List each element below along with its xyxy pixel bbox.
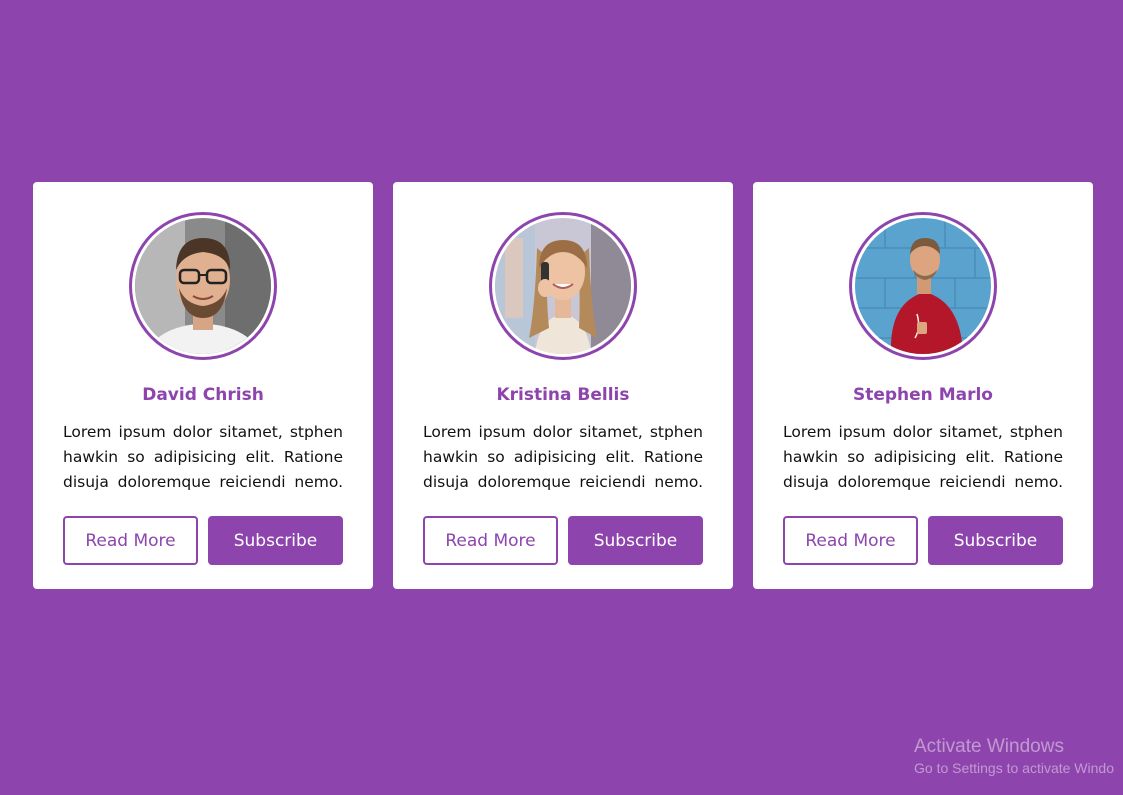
read-more-button[interactable]: Read More [783, 516, 918, 565]
avatar [489, 212, 637, 360]
profile-card: Kristina Bellis Lorem ipsum dolor sitame… [393, 182, 733, 589]
profile-name: Kristina Bellis [496, 385, 630, 405]
card-actions: Read More Subscribe [423, 516, 703, 565]
profile-cards: David Chrish Lorem ipsum dolor sitamet, … [33, 182, 1093, 589]
profile-description: Lorem ipsum dolor sitamet, stphen hawkin… [783, 423, 1063, 491]
read-more-button[interactable]: Read More [423, 516, 558, 565]
card-actions: Read More Subscribe [63, 516, 343, 565]
portrait-woman-phone-image [495, 218, 631, 354]
avatar [129, 212, 277, 360]
activate-windows-watermark: Activate Windows Go to Settings to activ… [914, 736, 1114, 778]
subscribe-button[interactable]: Subscribe [568, 516, 703, 565]
subscribe-button[interactable]: Subscribe [928, 516, 1063, 565]
portrait-man-red-sweater-image [855, 218, 991, 354]
avatar [849, 212, 997, 360]
watermark-subtitle: Go to Settings to activate Windo [914, 760, 1114, 776]
watermark-title: Activate Windows [914, 736, 1064, 757]
profile-card: David Chrish Lorem ipsum dolor sitamet, … [33, 182, 373, 589]
profile-description: Lorem ipsum dolor sitamet, stphen hawkin… [423, 423, 703, 491]
subscribe-button[interactable]: Subscribe [208, 516, 343, 565]
profile-card: Stephen Marlo Lorem ipsum dolor sitamet,… [753, 182, 1093, 589]
profile-name: Stephen Marlo [852, 385, 993, 405]
profile-name: David Chrish [142, 385, 264, 405]
card-actions: Read More Subscribe [783, 516, 1063, 565]
read-more-button[interactable]: Read More [63, 516, 198, 565]
portrait-man-glasses-image [135, 218, 271, 354]
profile-description: Lorem ipsum dolor sitamet, stphen hawkin… [63, 423, 343, 491]
